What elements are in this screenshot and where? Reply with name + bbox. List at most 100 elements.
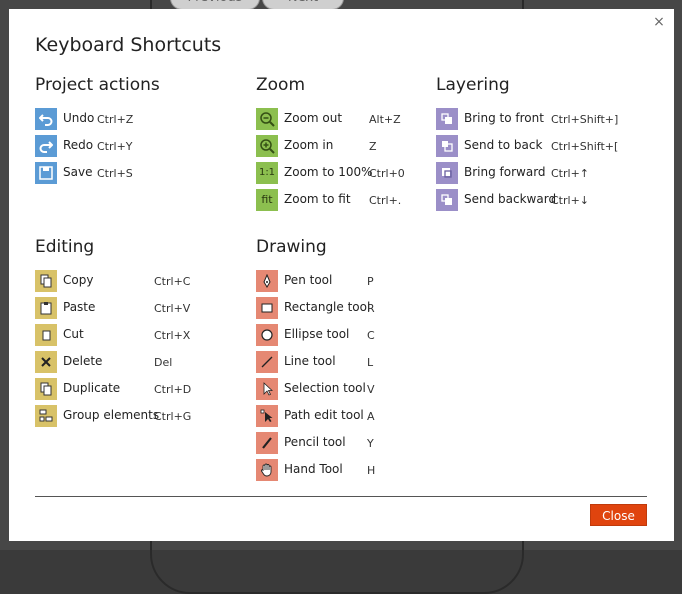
copy-icon bbox=[35, 269, 57, 292]
shortcut-label: Hand Tool bbox=[284, 462, 343, 476]
section-drawing: Drawing Pen tool P Rectangle tool R Elli… bbox=[256, 237, 426, 483]
shortcut-key: Ctrl+0 bbox=[369, 167, 405, 180]
shortcut-label: Delete bbox=[63, 354, 103, 368]
shortcut-label: Pencil tool bbox=[284, 435, 346, 449]
delete-icon bbox=[35, 350, 57, 373]
shortcut-label: Undo bbox=[63, 111, 95, 125]
shortcut-row-selection: Selection tool V bbox=[256, 375, 426, 402]
shortcut-key: H bbox=[367, 464, 376, 477]
shortcut-key: Y bbox=[367, 437, 374, 450]
shortcut-label: Zoom out bbox=[284, 111, 343, 125]
shortcut-label: Cut bbox=[63, 327, 84, 341]
shortcut-row-rectangle: Rectangle tool R bbox=[256, 294, 426, 321]
shortcut-row-duplicate: Duplicate Ctrl+D bbox=[35, 375, 235, 402]
shortcut-row-undo: Undo Ctrl+Z bbox=[35, 105, 235, 132]
shortcut-label: Path edit tool bbox=[284, 408, 364, 422]
shortcut-row-zoom-100: 1:1 Zoom to 100% Ctrl+0 bbox=[256, 159, 426, 186]
pen-tool-icon bbox=[256, 269, 278, 292]
shortcut-key: Ctrl+D bbox=[154, 383, 192, 396]
shortcut-key: V bbox=[367, 383, 375, 396]
group-icon bbox=[35, 404, 57, 427]
shortcut-key: Alt+Z bbox=[369, 113, 401, 126]
shortcut-key: C bbox=[367, 329, 375, 342]
shortcut-key: A bbox=[367, 410, 375, 423]
shortcut-label: Line tool bbox=[284, 354, 336, 368]
shortcut-label: Paste bbox=[63, 300, 96, 314]
shortcut-key: Ctrl+V bbox=[154, 302, 191, 315]
shortcut-label: Bring to front bbox=[464, 111, 544, 125]
shortcut-row-path-edit: Path edit tool A bbox=[256, 402, 426, 429]
shortcut-key: Ctrl+Shift+] bbox=[551, 113, 619, 126]
keyboard-shortcuts-dialog: × Keyboard Shortcuts Project actions Und… bbox=[9, 9, 674, 541]
shortcut-key: Ctrl+S bbox=[97, 167, 133, 180]
redo-icon bbox=[35, 134, 57, 157]
shortcut-row-paste: Paste Ctrl+V bbox=[35, 294, 235, 321]
shortcut-label: Duplicate bbox=[63, 381, 121, 395]
dialog-title: Keyboard Shortcuts bbox=[35, 34, 222, 56]
shortcut-row-delete: Delete Del bbox=[35, 348, 235, 375]
bring-forward-icon bbox=[436, 161, 458, 184]
zoom-fit-icon: fit bbox=[256, 188, 278, 211]
shortcut-label: Bring forward bbox=[464, 165, 546, 179]
shortcut-row-zoom-out: Zoom out Alt+Z bbox=[256, 105, 426, 132]
selection-tool-icon bbox=[256, 377, 278, 400]
duplicate-icon bbox=[35, 377, 57, 400]
shortcut-row-zoom-in: Zoom in Z bbox=[256, 132, 426, 159]
shortcut-label: Copy bbox=[63, 273, 94, 287]
section-title: Drawing bbox=[256, 237, 327, 257]
shortcut-key: Ctrl+Y bbox=[97, 140, 133, 153]
hand-tool-icon bbox=[256, 458, 278, 481]
section-zoom: Zoom Zoom out Alt+Z Zoom in Z 1:1 Zoom t… bbox=[256, 75, 426, 213]
shortcut-key: L bbox=[367, 356, 374, 369]
shortcut-key: Del bbox=[154, 356, 173, 369]
close-icon[interactable]: × bbox=[653, 15, 665, 29]
shortcut-key: Ctrl+X bbox=[154, 329, 191, 342]
shortcut-row-bring-to-front: Bring to front Ctrl+Shift+] bbox=[436, 105, 656, 132]
shortcut-key: R bbox=[367, 302, 375, 315]
shortcut-row-hand: Hand Tool H bbox=[256, 456, 426, 483]
shortcut-label: Send backward bbox=[464, 192, 557, 206]
pencil-tool-icon bbox=[256, 431, 278, 454]
shortcut-key: P bbox=[367, 275, 374, 288]
shortcut-row-send-to-back: Send to back Ctrl+Shift+[ bbox=[436, 132, 656, 159]
section-editing: Editing Copy Ctrl+C Paste Ctrl+V Cut Ctr… bbox=[35, 237, 235, 429]
shortcut-key: Ctrl+Shift+[ bbox=[551, 140, 619, 153]
bring-to-front-icon bbox=[436, 107, 458, 130]
shortcut-key: Ctrl+G bbox=[154, 410, 192, 423]
shortcut-label: Zoom to fit bbox=[284, 192, 351, 206]
rectangle-tool-icon bbox=[256, 296, 278, 319]
shortcut-label: Group elements bbox=[63, 408, 160, 422]
cut-icon bbox=[35, 323, 57, 346]
shortcut-label: Save bbox=[63, 165, 93, 179]
shortcut-label: Ellipse tool bbox=[284, 327, 350, 341]
shortcut-label: Selection tool bbox=[284, 381, 366, 395]
shortcut-row-bring-forward: Bring forward Ctrl+↑ bbox=[436, 159, 656, 186]
shortcut-row-line: Line tool L bbox=[256, 348, 426, 375]
shortcut-label: Pen tool bbox=[284, 273, 333, 287]
section-layering: Layering Bring to front Ctrl+Shift+] Sen… bbox=[436, 75, 656, 213]
shortcut-row-pen: Pen tool P bbox=[256, 267, 426, 294]
shortcut-row-ellipse: Ellipse tool C bbox=[256, 321, 426, 348]
close-button[interactable]: Close bbox=[590, 504, 647, 526]
path-edit-tool-icon bbox=[256, 404, 278, 427]
section-title: Editing bbox=[35, 237, 95, 257]
shortcut-row-group: Group elements Ctrl+G bbox=[35, 402, 235, 429]
section-project-actions: Project actions Undo Ctrl+Z Redo Ctrl+Y … bbox=[35, 75, 235, 186]
send-to-back-icon bbox=[436, 134, 458, 157]
shortcut-key: Ctrl+Z bbox=[97, 113, 134, 126]
shortcut-label: Send to back bbox=[464, 138, 543, 152]
section-title: Project actions bbox=[35, 75, 160, 95]
zoom-out-icon bbox=[256, 107, 278, 130]
shortcut-row-save: Save Ctrl+S bbox=[35, 159, 235, 186]
shortcut-key: Ctrl+↑ bbox=[551, 167, 590, 180]
section-title: Layering bbox=[436, 75, 510, 95]
ellipse-tool-icon bbox=[256, 323, 278, 346]
shortcut-row-send-backward: Send backward Ctrl+↓ bbox=[436, 186, 656, 213]
shortcut-key: Ctrl+C bbox=[154, 275, 191, 288]
paste-icon bbox=[35, 296, 57, 319]
shortcut-row-copy: Copy Ctrl+C bbox=[35, 267, 235, 294]
section-title: Zoom bbox=[256, 75, 306, 95]
shortcut-label: Rectangle tool bbox=[284, 300, 371, 314]
shortcut-key: Ctrl+. bbox=[369, 194, 402, 207]
shortcut-row-pencil: Pencil tool Y bbox=[256, 429, 426, 456]
